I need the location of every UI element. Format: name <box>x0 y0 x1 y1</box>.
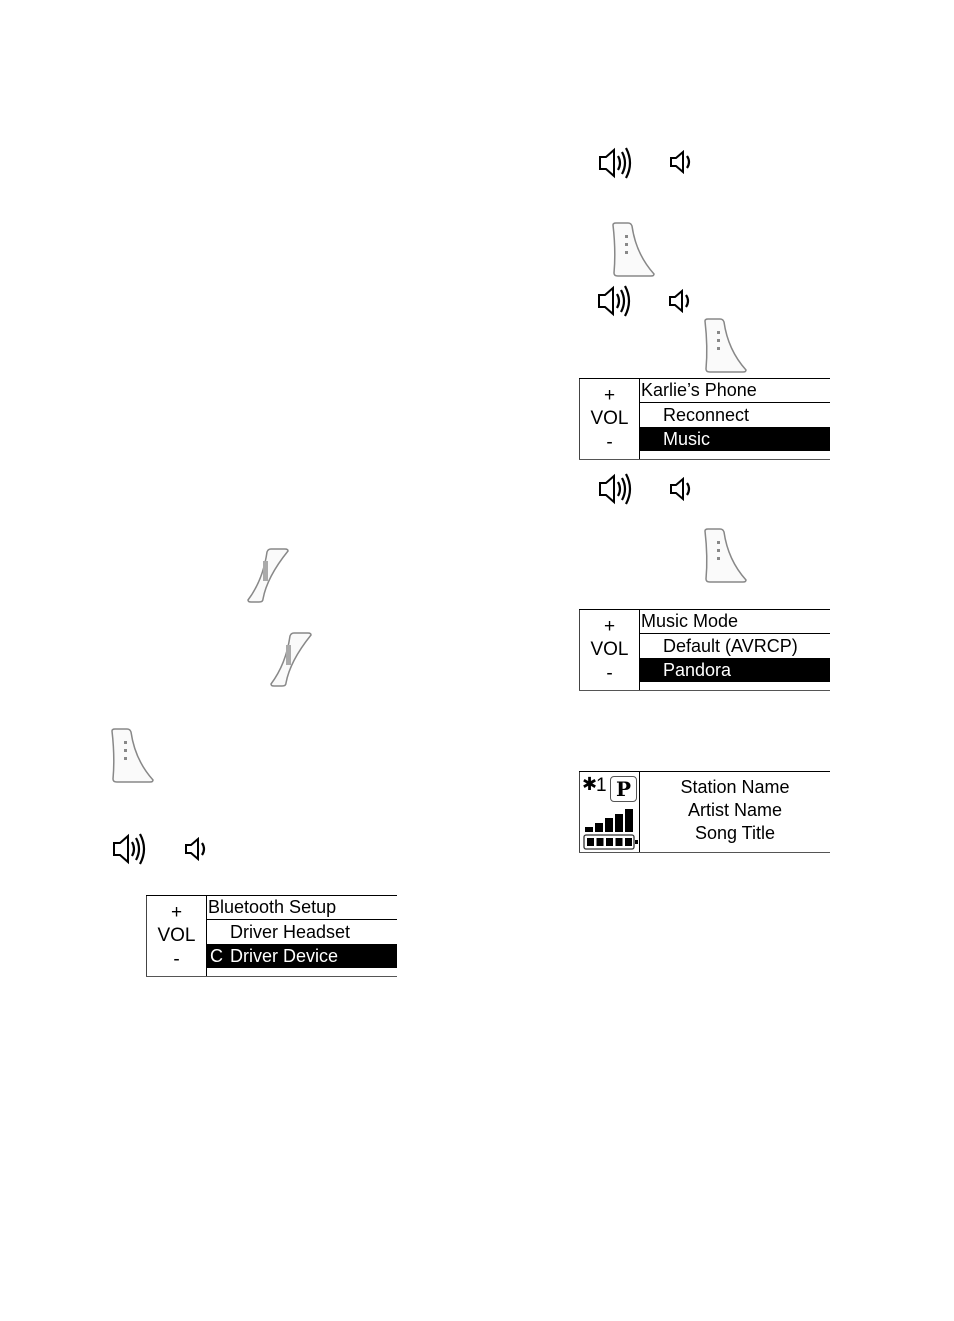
status-column: ✱ 1 P <box>579 772 640 852</box>
manual-page: + VOL - Karlie’s Phone Reconnect Music +… <box>0 0 954 1321</box>
menu: Bluetooth Setup Driver Headset C Driver … <box>207 896 397 976</box>
menu-item-label: Pandora <box>663 660 732 680</box>
menu-item-label: Default (AVRCP) <box>663 636 798 656</box>
volume-label: VOL <box>590 408 629 429</box>
speaker-loud-icon <box>598 145 634 181</box>
karlies-phone-display: + VOL - Karlie’s Phone Reconnect Music <box>579 378 830 460</box>
speaker-soft-icon <box>669 150 695 174</box>
music-mode-display: + VOL - Music Mode Default (AVRCP) Pando… <box>579 609 830 691</box>
speaker-loud-icon <box>112 831 148 867</box>
speaker-soft-icon <box>669 477 695 501</box>
menu-item[interactable]: C Driver Device <box>207 944 397 968</box>
track-info: Station Name Artist Name Song Title <box>640 776 830 845</box>
menu-item[interactable]: Pandora <box>640 658 830 682</box>
ptt-button-icon <box>610 221 656 277</box>
menu-item-label: Driver Device <box>230 946 339 966</box>
speaker-soft-icon <box>184 837 210 861</box>
mode-button-icon <box>245 547 291 603</box>
menu-item-prefix: C <box>210 946 223 966</box>
menu-item-label: Driver Headset <box>230 922 351 942</box>
volume-column: + VOL - <box>579 610 640 690</box>
volume-minus-label: - <box>606 432 613 453</box>
menu: Karlie’s Phone Reconnect Music <box>640 379 830 459</box>
song-title: Song Title <box>694 823 776 843</box>
volume-column: + VOL - <box>579 379 640 459</box>
menu: Music Mode Default (AVRCP) Pandora <box>640 610 830 690</box>
volume-column: + VOL - <box>146 896 207 976</box>
volume-plus-label: + <box>603 385 616 406</box>
ptt-button-icon <box>702 527 748 583</box>
volume-minus-label: - <box>173 949 180 970</box>
menu-item[interactable]: Music <box>640 427 830 451</box>
volume-label: VOL <box>590 639 629 660</box>
now-playing-display: ✱ 1 P Station Name Artist Name Song Titl… <box>579 771 830 853</box>
speaker-loud-icon <box>598 471 634 507</box>
menu-header: Bluetooth Setup <box>207 896 397 920</box>
speaker-soft-icon <box>668 289 694 313</box>
artist-name: Artist Name <box>687 800 783 820</box>
ptt-button-icon <box>109 727 155 783</box>
menu-item[interactable]: Default (AVRCP) <box>640 634 830 658</box>
volume-plus-label: + <box>170 902 183 923</box>
pandora-badge: P <box>610 776 637 802</box>
battery-icon <box>583 834 638 850</box>
volume-minus-label: - <box>606 663 613 684</box>
station-name: Station Name <box>680 777 790 797</box>
signal-strength-icon <box>585 809 633 832</box>
menu-item-label: Reconnect <box>663 405 750 425</box>
bluetooth-channel: 1 <box>596 775 607 796</box>
menu-item-label: Music <box>663 429 711 449</box>
speaker-loud-icon <box>597 283 633 319</box>
ptt-button-icon <box>702 317 748 373</box>
bluetooth-icon: ✱ <box>582 774 598 794</box>
menu-item[interactable]: Driver Headset <box>207 920 397 944</box>
menu-header: Music Mode <box>640 610 830 634</box>
menu-item[interactable]: Reconnect <box>640 403 830 427</box>
volume-plus-label: + <box>603 616 616 637</box>
volume-label: VOL <box>157 925 196 946</box>
menu-header: Karlie’s Phone <box>640 379 830 403</box>
bluetooth-setup-display: + VOL - Bluetooth Setup Driver Headset C… <box>146 895 397 977</box>
mode-button-icon <box>268 631 314 687</box>
